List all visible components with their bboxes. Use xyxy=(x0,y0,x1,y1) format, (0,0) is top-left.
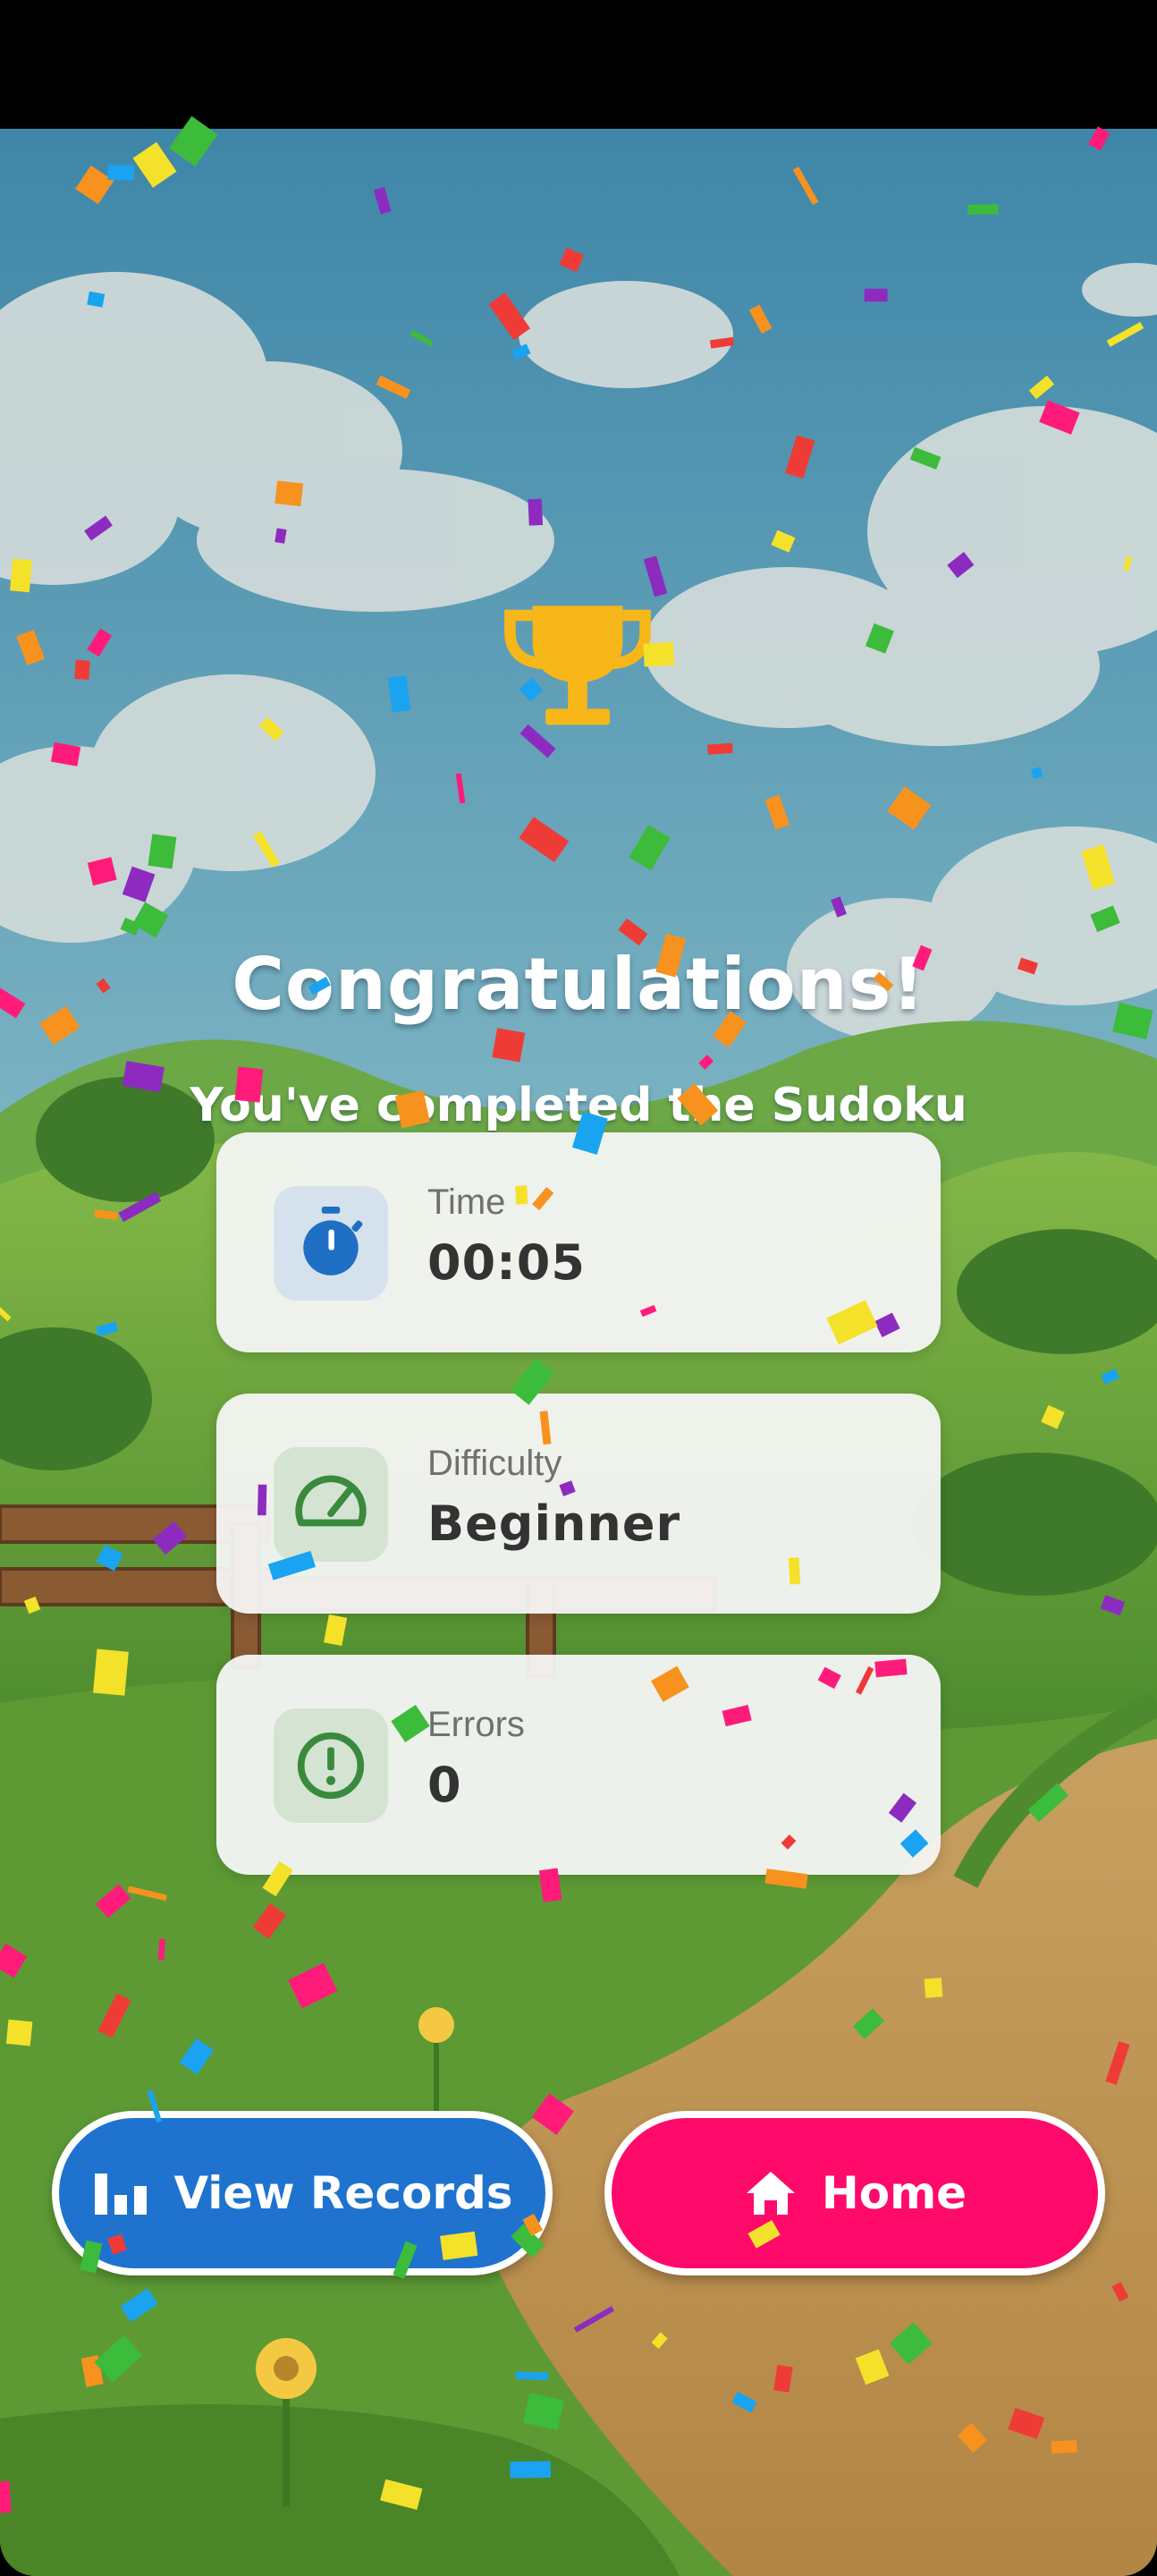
difficulty-value: Beginner xyxy=(427,1496,681,1552)
completion-subtitle: You've completed the Sudoku xyxy=(190,1079,967,1132)
errors-label: Errors xyxy=(427,1705,525,1744)
speedometer-icon-box xyxy=(274,1447,388,1562)
stopwatch-icon-box xyxy=(274,1186,388,1301)
home-button[interactable]: Home xyxy=(604,2111,1105,2275)
congratulations-title: Congratulations! xyxy=(232,943,925,1026)
status-bar xyxy=(0,0,1157,129)
view-records-button[interactable]: View Records xyxy=(52,2111,553,2275)
trophy-icon xyxy=(504,606,651,725)
celebration-screen: Congratulations! You've completed the Su… xyxy=(0,129,1157,2576)
time-label: Time xyxy=(427,1182,506,1222)
alert-circle-icon xyxy=(297,1732,365,1800)
stopwatch-icon xyxy=(303,1207,363,1275)
home-label: Home xyxy=(821,2167,967,2219)
errors-stat-card: Errors 0 xyxy=(216,1655,941,1875)
home-icon xyxy=(746,2172,795,2215)
alert-icon-box xyxy=(274,1708,388,1823)
view-records-label: View Records xyxy=(173,2167,513,2219)
bar-chart-icon xyxy=(95,2174,148,2215)
time-stat-card: Time 00:05 xyxy=(216,1132,941,1352)
difficulty-stat-card: Difficulty Beginner xyxy=(216,1394,941,1614)
errors-value: 0 xyxy=(427,1757,462,1813)
time-value: 00:05 xyxy=(427,1234,586,1291)
speedometer-icon xyxy=(295,1475,367,1527)
difficulty-label: Difficulty xyxy=(427,1444,562,1483)
